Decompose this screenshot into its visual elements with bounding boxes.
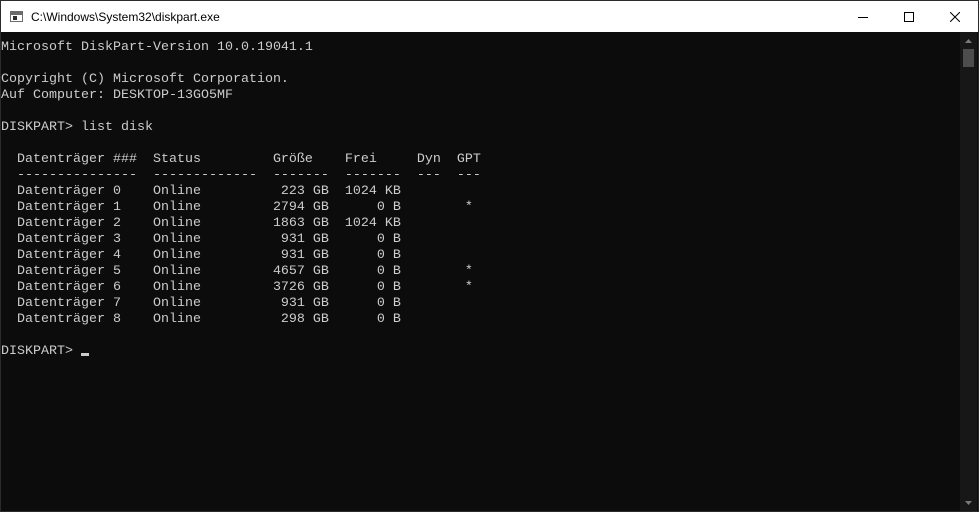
scroll-up-button[interactable] <box>960 32 977 49</box>
console-output[interactable]: Microsoft DiskPart-Version 10.0.19041.1 … <box>1 40 961 511</box>
console-app-icon[interactable] <box>10 11 23 22</box>
command-prompt: DISKPART> <box>1 344 81 359</box>
console-line: Auf Computer: DESKTOP-13GO5MF <box>1 88 233 103</box>
console-line: Copyright (C) Microsoft Corporation. <box>1 72 289 87</box>
chevron-up-icon <box>965 38 972 43</box>
console-window: C:\Windows\System32\diskpart.exe Microso… <box>0 0 979 512</box>
maximize-icon <box>904 11 914 22</box>
scroll-thumb[interactable] <box>963 49 974 67</box>
command-prompt-line[interactable]: DISKPART> <box>1 344 961 360</box>
console-line: DISKPART> list disk <box>1 120 153 135</box>
close-button[interactable] <box>932 1 978 32</box>
disk-table-row: Datenträger 8 Online 298 GB 0 B <box>1 312 401 327</box>
disk-table-row: Datenträger 1 Online 2794 GB 0 B * <box>1 200 473 215</box>
disk-table-separator: --------------- ------------- ------- --… <box>1 168 481 183</box>
maximize-button[interactable] <box>886 1 932 32</box>
disk-table-row: Datenträger 4 Online 931 GB 0 B <box>1 248 401 263</box>
text-cursor <box>80 353 89 356</box>
window-controls <box>840 1 978 32</box>
vertical-scrollbar[interactable] <box>960 32 977 511</box>
disk-table-row: Datenträger 0 Online 223 GB 1024 KB <box>1 184 401 199</box>
window-title: C:\Windows\System32\diskpart.exe <box>31 9 220 24</box>
close-icon <box>950 11 960 22</box>
disk-table-row: Datenträger 5 Online 4657 GB 0 B * <box>1 264 473 279</box>
minimize-icon <box>858 16 868 18</box>
disk-table-row: Datenträger 6 Online 3726 GB 0 B * <box>1 280 473 295</box>
chevron-down-icon <box>965 500 972 505</box>
console-lines: Microsoft DiskPart-Version 10.0.19041.1 … <box>1 40 961 360</box>
console-line: Microsoft DiskPart-Version 10.0.19041.1 <box>1 40 313 55</box>
disk-table-header: Datenträger ### Status Größe Frei Dyn GP… <box>1 152 481 167</box>
title-bar[interactable]: C:\Windows\System32\diskpart.exe <box>1 1 978 32</box>
minimize-button[interactable] <box>840 1 886 32</box>
disk-table-row: Datenträger 3 Online 931 GB 0 B <box>1 232 401 247</box>
scroll-down-button[interactable] <box>960 494 977 511</box>
disk-table-row: Datenträger 7 Online 931 GB 0 B <box>1 296 401 311</box>
disk-table-row: Datenträger 2 Online 1863 GB 1024 KB <box>1 216 401 231</box>
